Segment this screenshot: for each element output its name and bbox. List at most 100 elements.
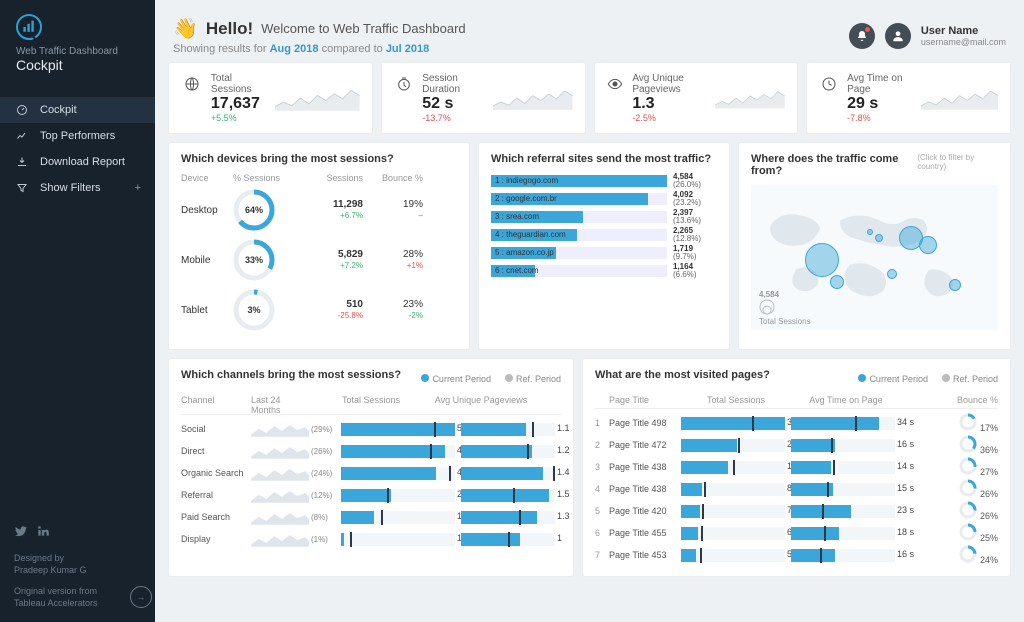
notifications-button[interactable]: [849, 23, 875, 49]
world-map[interactable]: 4,584 Total Sessions: [751, 185, 998, 330]
map-legend: 4,584 Total Sessions: [759, 290, 811, 326]
welcome-text: Welcome to Web Traffic Dashboard: [261, 21, 465, 36]
page-row[interactable]: 4 Page Title 438 801 15 s 26%: [595, 478, 998, 500]
kpi-card[interactable]: Total Sessions 17,637 +5.5%: [169, 63, 372, 133]
bar-page-time: 16 s: [791, 439, 895, 452]
channel-row[interactable]: Direct (26%) 4,584 1.2: [181, 440, 561, 462]
channels-title: Which channels bring the most sessions?: [181, 369, 401, 381]
device-name: Desktop: [181, 205, 233, 216]
bar-page-sessions: 2,103: [681, 439, 785, 452]
credit-original: Original version from Tableau Accelerato…: [14, 585, 141, 610]
page-rank: 5: [595, 506, 609, 516]
device-name: Tablet: [181, 305, 233, 316]
channel-row[interactable]: Social (29%) 5,049 1.1: [181, 418, 561, 440]
referral-value: 4,584(26.0%): [673, 173, 717, 189]
map-hint: (Click to filter by country): [917, 153, 998, 185]
channel-name: Direct: [181, 446, 251, 456]
device-bounce: 23%-2%: [363, 299, 423, 321]
channel-row[interactable]: Organic Search (24%) 4,206 1.4: [181, 462, 561, 484]
panel-map: Where does the traffic come from? (Click…: [739, 143, 1010, 349]
channel-row[interactable]: Display (1%) 120 1: [181, 528, 561, 550]
channel-row[interactable]: Paid Search (8%) 1,479 1.3: [181, 506, 561, 528]
device-bounce: 19%–: [363, 199, 423, 221]
bar-page-sessions: 645: [681, 527, 785, 540]
map-title: Where does the traffic come from?: [751, 153, 917, 177]
user-info[interactable]: User Name username@mail.com: [921, 25, 1006, 47]
channel-name: Paid Search: [181, 512, 251, 522]
app-subtitle: Web Traffic Dashboard: [16, 46, 118, 57]
col-page-at: Avg Time on Page: [791, 395, 901, 405]
referral-row[interactable]: 1 : indiegogo.com 4,584(26.0%): [491, 173, 717, 189]
sidebar-footer: Designed by Pradeep Kumar G Original ver…: [0, 512, 155, 622]
bar-page-sessions: 801: [681, 483, 785, 496]
col-total: Total Sessions: [311, 395, 431, 411]
header: 👋 Hello! Welcome to Web Traffic Dashboar…: [169, 10, 1010, 63]
channel-row[interactable]: Referral (12%) 2,199 1.5: [181, 484, 561, 506]
twitter-icon[interactable]: [14, 524, 28, 542]
referral-row[interactable]: 2 : google.com.br 4,092(23.2%): [491, 191, 717, 207]
referral-value: 2,265(12.8%): [673, 227, 717, 243]
page-name: Page Title 455: [609, 528, 681, 538]
col-pct: % Sessions: [233, 173, 293, 183]
bar-page-time: 34 s: [791, 417, 895, 430]
page-name: Page Title 453: [609, 550, 681, 560]
globe-icon: [181, 73, 203, 95]
device-sessions: 510-25.8%: [293, 299, 363, 321]
page-name: Page Title 438: [609, 484, 681, 494]
device-row[interactable]: Mobile 33% 5,829+7.2% 28%+1%: [181, 239, 457, 281]
referral-row[interactable]: 6 : cnet.com 1,164(6.6%): [491, 263, 717, 279]
donut-chart: 3%: [233, 289, 275, 331]
sidebar-item-cockpit[interactable]: Cockpit: [0, 97, 155, 123]
col-sessions: Sessions: [293, 173, 363, 183]
kpi-value: 29 s: [847, 95, 921, 113]
page-name: Page Title 472: [609, 440, 681, 450]
bar-sessions: 4,206: [341, 467, 455, 480]
kpi-value: 52 s: [422, 95, 493, 113]
logo-icon: [16, 14, 42, 40]
page-name: Page Title 420: [609, 506, 681, 516]
page-row[interactable]: 5 Page Title 420 708 23 s 26%: [595, 500, 998, 522]
linkedin-icon[interactable]: [36, 524, 50, 542]
bar-page-sessions: 708: [681, 505, 785, 518]
referral-row[interactable]: 3 : srea.com 2,397(13.6%): [491, 209, 717, 225]
device-bounce: 28%+1%: [363, 249, 423, 271]
sidebar-item-show-filters[interactable]: Show Filters +: [0, 175, 155, 201]
page-row[interactable]: 3 Page Title 438 1,764 14 s 27%: [595, 456, 998, 478]
channel-pct: (29%): [311, 425, 341, 434]
kpi-card[interactable]: Avg Time on Page 29 s -7.8%: [807, 63, 1010, 133]
page-name: Page Title 438: [609, 462, 681, 472]
sidebar-item-top-performers[interactable]: Top Performers: [0, 123, 155, 149]
bar-sessions: 5,049: [341, 423, 455, 436]
device-row[interactable]: Tablet 3% 510-25.8% 23%-2%: [181, 289, 457, 331]
bell-icon: [856, 30, 868, 42]
page-row[interactable]: 7 Page Title 453 582 16 s 24%: [595, 544, 998, 566]
kpi-label: Total Sessions: [211, 73, 275, 95]
referral-row[interactable]: 5 : amazon.co.jp 1,719(9.7%): [491, 245, 717, 261]
page-row[interactable]: 6 Page Title 455 645 18 s 25%: [595, 522, 998, 544]
next-arrow-icon[interactable]: →: [130, 586, 152, 608]
kpi-label: Avg Unique Pageviews: [632, 73, 715, 95]
sidebar-item-download-report[interactable]: Download Report: [0, 149, 155, 175]
plus-icon: +: [135, 182, 141, 194]
page-rank: 6: [595, 528, 609, 538]
page-row[interactable]: 2 Page Title 472 2,103 16 s 36%: [595, 434, 998, 456]
page-rank: 7: [595, 550, 609, 560]
kpi-card[interactable]: Session Duration 52 s -13.7%: [382, 63, 585, 133]
device-row[interactable]: Desktop 64% 11,298+6.7% 19%–: [181, 189, 457, 231]
referral-value: 2,397(13.6%): [673, 209, 717, 225]
credit-designed: Designed by Pradeep Kumar G: [14, 552, 141, 577]
sparkline: [251, 465, 311, 481]
pages-title: What are the most visited pages?: [595, 369, 770, 381]
referral-row[interactable]: 4 : theguardian.com 2,265(12.8%): [491, 227, 717, 243]
sparkline: [251, 531, 311, 547]
col-last24: Last 24 Months: [251, 395, 311, 411]
kpi-card[interactable]: Avg Unique Pageviews 1.3 -2.5%: [595, 63, 798, 133]
trend-icon: [14, 130, 30, 142]
channel-name: Social: [181, 424, 251, 434]
page-row[interactable]: 1 Page Title 498 3,918 34 s 17%: [595, 412, 998, 434]
avatar-icon[interactable]: [885, 23, 911, 49]
page-rank: 2: [595, 440, 609, 450]
panel-channels: Which channels bring the most sessions? …: [169, 359, 573, 576]
pages-legend: Current Period Ref. Period: [858, 374, 998, 384]
device-sessions: 11,298+6.7%: [293, 199, 363, 221]
